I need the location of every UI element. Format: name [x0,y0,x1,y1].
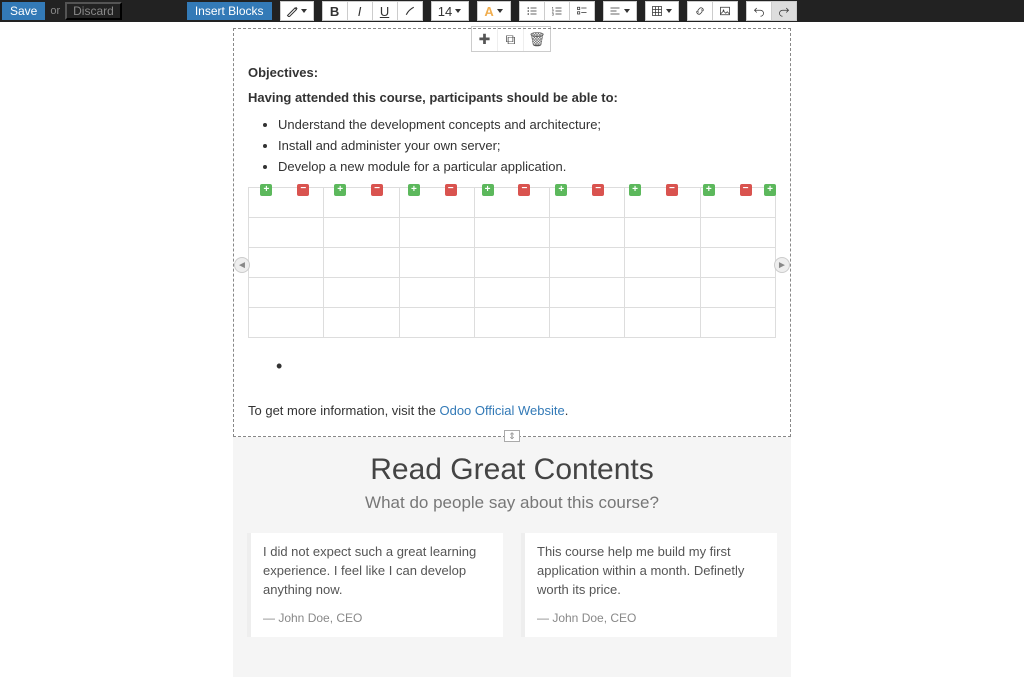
editable-block[interactable]: Objectives: Having attended this course,… [233,28,791,437]
toolbar-group-fontsize: 14 [431,1,469,21]
toolbar-group-lists: 123 [519,1,595,21]
column-markers [248,183,776,197]
content-table[interactable] [248,187,776,338]
bold-button[interactable]: B [322,1,348,21]
col-remove-icon[interactable] [371,184,383,196]
table-button[interactable] [645,1,679,21]
svg-text:3: 3 [551,13,553,17]
footer-text[interactable]: To get more information, visit the Odoo … [248,403,776,418]
magic-wand-button[interactable] [280,1,314,21]
list-item[interactable]: Install and administer your own server; [278,136,776,157]
clear-format-button[interactable] [397,1,423,21]
ol-button[interactable]: 123 [544,1,570,21]
col-add-icon[interactable] [334,184,346,196]
quote-author: — John Doe, CEO [537,610,765,627]
table-editor: ◄ ► [248,187,776,338]
checklist-button[interactable] [569,1,595,21]
or-text: or [45,5,65,17]
block-resize-handle[interactable]: ⇕ [504,430,520,442]
quote-text: I did not expect such a great learning e… [263,543,491,600]
redo-button[interactable] [771,1,797,21]
quote-author: — John Doe, CEO [263,610,491,627]
footer-prefix: To get more information, visit the [248,403,439,418]
col-remove-icon[interactable] [297,184,309,196]
objectives-list[interactable]: Understand the development concepts and … [278,115,776,177]
list-item[interactable]: Develop a new module for a particular ap… [278,157,776,178]
fontsize-dropdown[interactable]: 14 [431,1,469,21]
col-add-icon[interactable] [482,184,494,196]
toolbar-group-history [746,1,797,21]
col-remove-icon[interactable] [740,184,752,196]
align-button[interactable] [603,1,637,21]
col-add-icon[interactable] [260,184,272,196]
undo-button[interactable] [746,1,772,21]
col-add-icon[interactable] [703,184,715,196]
discard-button[interactable]: Discard [65,2,122,20]
empty-bullet[interactable]: • [276,356,776,377]
footer-link[interactable]: Odoo Official Website [439,403,564,418]
col-add-end-icon[interactable] [764,184,776,196]
fontsize-value: 14 [438,4,452,19]
image-button[interactable] [712,1,738,21]
objectives-title[interactable]: Objectives: [248,65,776,80]
font-color-button[interactable]: A [477,1,511,21]
toolbar-group-align [603,1,637,21]
toolbar-group-text: B I U [322,1,423,21]
toolbar-group-style [280,1,314,21]
quote-text: This course help me build my first appli… [537,543,765,600]
quote-card: This course help me build my first appli… [521,533,777,637]
top-toolbar: Save or Discard Insert Blocks B I U 14 A… [0,0,1024,22]
toolbar-group-link [687,1,738,21]
read-section: Read Great Contents What do people say a… [233,437,791,677]
editor-area: ✚ ⧉ 🗑 Objectives: Having attended this c… [233,28,791,437]
footer-suffix: . [565,403,569,418]
col-add-icon[interactable] [408,184,420,196]
quotes-row: I did not expect such a great learning e… [233,513,791,637]
quote-card: I did not expect such a great learning e… [247,533,503,637]
col-remove-icon[interactable] [445,184,457,196]
underline-button[interactable]: U [372,1,398,21]
list-item[interactable]: Understand the development concepts and … [278,115,776,136]
read-title: Read Great Contents [233,453,791,487]
insert-blocks-button[interactable]: Insert Blocks [187,2,272,20]
col-add-icon[interactable] [629,184,641,196]
toolbar-group-color: A [477,1,511,21]
col-remove-icon[interactable] [666,184,678,196]
ul-button[interactable] [519,1,545,21]
italic-button[interactable]: I [347,1,373,21]
table-move-right-handle[interactable]: ► [774,257,790,273]
col-remove-icon[interactable] [592,184,604,196]
col-remove-icon[interactable] [518,184,530,196]
col-add-icon[interactable] [555,184,567,196]
read-subtitle: What do people say about this course? [233,493,791,513]
link-button[interactable] [687,1,713,21]
toolbar-group-table [645,1,679,21]
objectives-subtitle[interactable]: Having attended this course, participant… [248,90,776,105]
save-button[interactable]: Save [2,2,45,20]
